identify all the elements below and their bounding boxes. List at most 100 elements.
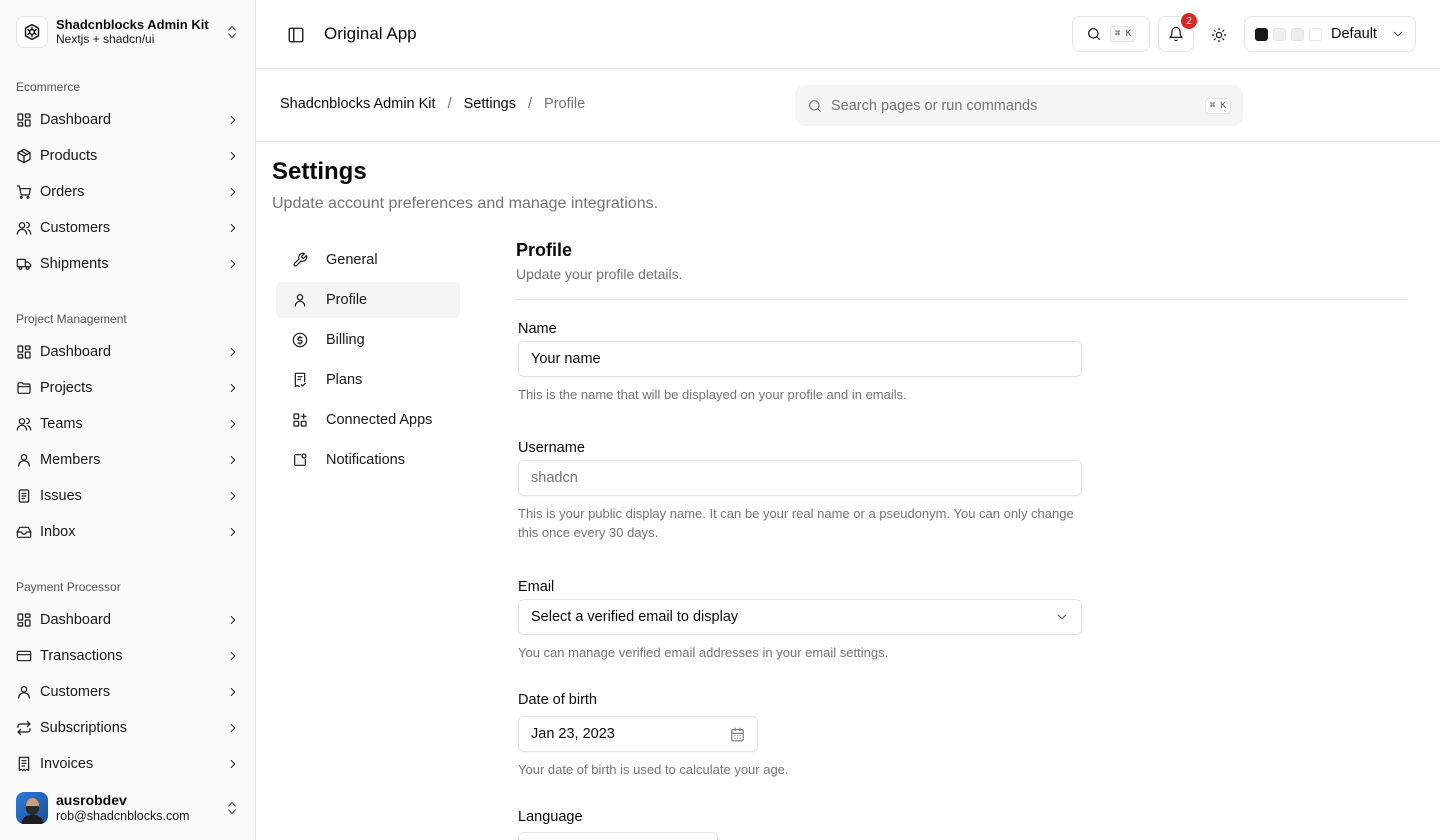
sidebar-item-transactions[interactable]: Transactions — [8, 640, 248, 672]
sidebar-item-projects[interactable]: Projects — [8, 372, 248, 404]
sidebar-item-members[interactable]: Members — [8, 444, 248, 476]
settings-nav-label: Plans — [326, 372, 363, 388]
sidebar-item-payment-dashboard[interactable]: Dashboard — [8, 604, 248, 636]
chevron-right-icon — [230, 151, 236, 161]
settings-nav-connected-apps[interactable]: Connected Apps — [276, 402, 460, 438]
notifications-button[interactable]: 2 — [1158, 13, 1197, 52]
receipt-check-icon — [294, 372, 306, 388]
command-search-shortcut: ⌘ K — [1204, 97, 1231, 114]
sidebar-item-label: Members — [40, 452, 101, 468]
username-label: Username — [518, 440, 585, 456]
command-search[interactable]: ⌘ K — [795, 85, 1243, 126]
repeat-icon — [17, 720, 31, 736]
chevron-right-icon — [230, 723, 236, 733]
dob-label: Date of birth — [518, 692, 597, 708]
breadcrumb-link-settings[interactable]: Settings — [464, 96, 516, 112]
settings-nav-label: Notifications — [326, 452, 405, 468]
sidebar-item-label: Issues — [40, 488, 82, 504]
user-name: ausrobdev — [56, 792, 127, 808]
chevron-right-icon — [230, 383, 236, 393]
dob-help: Your date of birth is used to calculate … — [518, 762, 789, 777]
command-search-input[interactable] — [831, 97, 1205, 114]
sidebar-item-label: Subscriptions — [40, 720, 128, 736]
panel-left-icon — [288, 27, 304, 43]
settings-nav-general[interactable]: General — [276, 242, 460, 278]
team-logo-icon — [16, 16, 48, 48]
chevron-right-icon — [230, 223, 236, 233]
settings-nav-plans[interactable]: Plans — [276, 362, 460, 398]
users-icon — [16, 417, 32, 431]
wrench-icon — [293, 252, 308, 267]
name-input[interactable] — [518, 341, 1082, 377]
breadcrumb-link-home[interactable]: Shadcnblocks Admin Kit — [280, 96, 436, 112]
group-label-ecommerce: Ecommerce — [16, 80, 81, 94]
email-select[interactable]: Select a verified email to display — [518, 599, 1082, 635]
chevron-down-icon — [1057, 614, 1067, 620]
theme-toggle-button[interactable] — [1208, 24, 1230, 46]
receipt-icon — [18, 756, 30, 772]
team-subtitle: Nextjs + shadcn/ui — [56, 32, 155, 46]
sidebar-item-label: Customers — [40, 220, 111, 236]
theme-preset-select[interactable]: Default — [1244, 16, 1416, 52]
layout-dashboard-icon — [17, 113, 31, 127]
sidebar: Shadcnblocks Admin Kit Nextjs + shadcn/u… — [0, 0, 256, 840]
sidebar-item-pm-dashboard[interactable]: Dashboard — [8, 336, 248, 368]
chevron-right-icon — [230, 687, 236, 697]
sidebar-item-ecommerce-dashboard[interactable]: Dashboard — [8, 104, 248, 136]
search-button[interactable]: ⌘ K — [1072, 16, 1150, 52]
chevron-right-icon — [230, 615, 236, 625]
bell-square-icon — [294, 453, 307, 466]
username-help: This is your public display name. It can… — [518, 506, 1074, 540]
settings-nav-label: Connected Apps — [326, 412, 433, 428]
search-icon — [1087, 28, 1100, 40]
chevron-right-icon — [230, 115, 236, 125]
sidebar-item-label: Invoices — [40, 756, 94, 772]
email-select-value: Select a verified email to display — [531, 609, 739, 625]
shopping-cart-icon — [16, 185, 31, 199]
user-menu[interactable]: ausrobdev rob@shadcnblocks.com — [8, 788, 248, 828]
subheader: Shadcnblocks Admin Kit / Settings / Prof… — [256, 69, 1440, 142]
sidebar-item-issues[interactable]: Issues — [8, 480, 248, 512]
chevron-right-icon — [230, 259, 236, 269]
chevrons-up-down-icon — [228, 802, 236, 814]
email-help: You can manage verified email addresses … — [518, 645, 889, 660]
chevron-down-icon — [1393, 31, 1403, 37]
team-switcher[interactable]: Shadcnblocks Admin Kit Nextjs + shadcn/u… — [8, 8, 248, 56]
sidebar-item-orders[interactable]: Orders — [8, 176, 248, 208]
settings-nav-billing[interactable]: Billing — [276, 322, 460, 358]
settings-nav-profile[interactable]: Profile — [276, 282, 460, 318]
chevron-right-icon — [230, 419, 236, 429]
sidebar-item-teams[interactable]: Teams — [8, 408, 248, 440]
name-help: This is the name that will be displayed … — [518, 387, 907, 402]
breadcrumb-separator: / — [447, 96, 452, 112]
section-divider — [516, 299, 1408, 300]
inbox-icon — [16, 526, 32, 538]
sidebar-item-ecommerce-customers[interactable]: Customers — [8, 212, 248, 244]
sidebar-item-shipments[interactable]: Shipments — [8, 248, 248, 280]
section-title: Profile — [516, 240, 573, 260]
settings-nav-notifications[interactable]: Notifications — [276, 442, 460, 478]
sun-icon — [1211, 27, 1227, 43]
dob-picker[interactable]: Jan 23, 2023 — [518, 716, 758, 752]
search-shortcut: ⌘ K — [1109, 26, 1137, 42]
sidebar-item-label: Customers — [40, 684, 111, 700]
breadcrumb-separator: / — [528, 96, 533, 112]
user-icon — [18, 454, 30, 467]
user-icon — [18, 686, 30, 699]
dollar-circle-icon — [292, 332, 308, 348]
sidebar-item-products[interactable]: Products — [8, 140, 248, 172]
preset-label: Default — [1331, 26, 1377, 42]
username-input[interactable] — [518, 460, 1082, 496]
truck-icon — [16, 258, 32, 270]
sidebar-item-inbox[interactable]: Inbox — [8, 516, 248, 548]
sidebar-item-subscriptions[interactable]: Subscriptions — [8, 712, 248, 744]
sidebar-item-payment-customers[interactable]: Customers — [8, 676, 248, 708]
group-label-project-management: Project Management — [16, 312, 127, 326]
sidebar-item-invoices[interactable]: Invoices — [8, 748, 248, 780]
user-icon — [294, 294, 306, 307]
folder-icon — [17, 382, 31, 394]
sidebar-toggle-button[interactable] — [284, 24, 308, 46]
sidebar-item-label: Dashboard — [40, 612, 111, 628]
clipboard-list-icon — [18, 489, 30, 503]
language-select[interactable] — [518, 832, 718, 840]
